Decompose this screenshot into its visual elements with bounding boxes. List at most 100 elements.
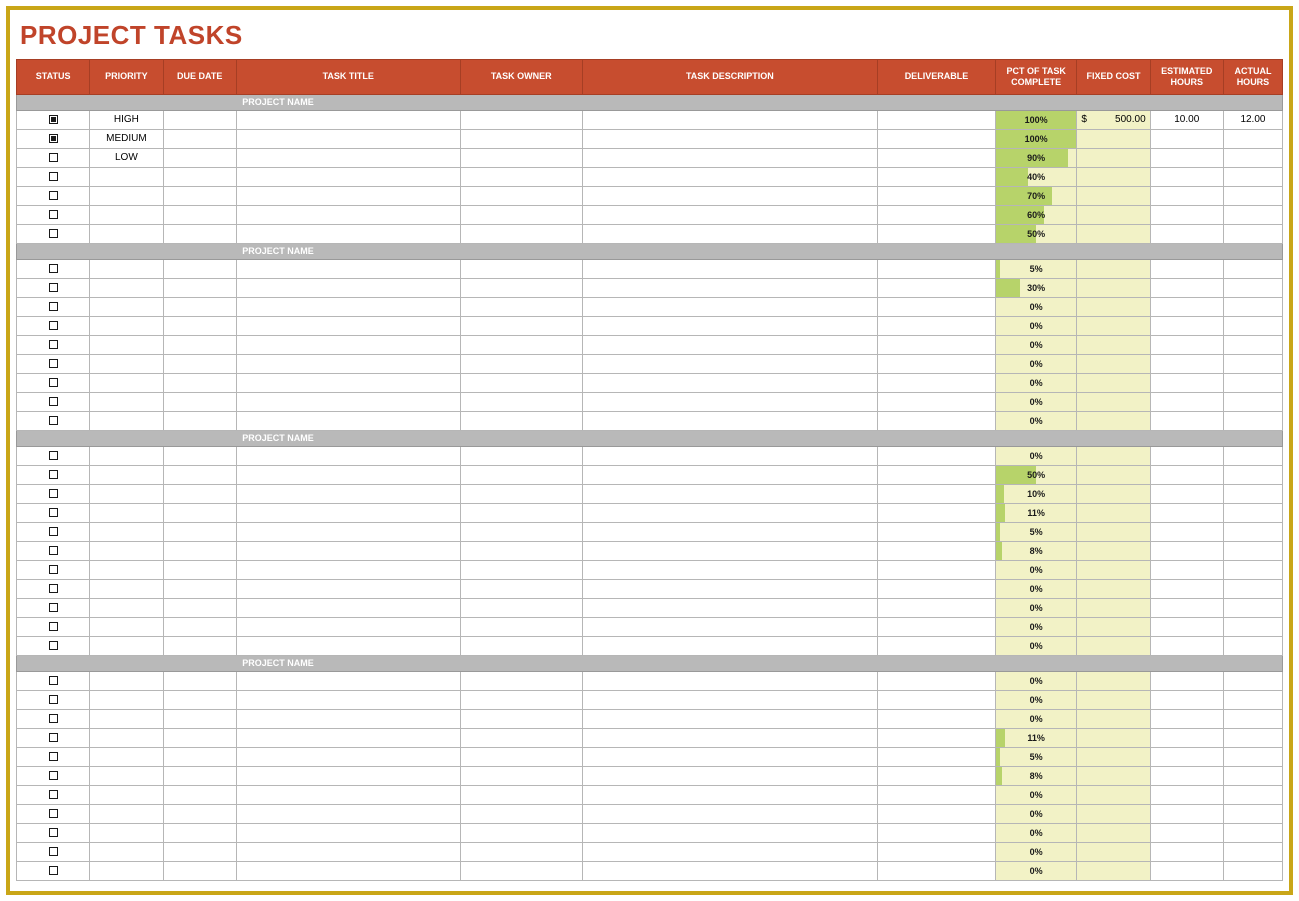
est-hours-cell[interactable] [1150,636,1223,655]
fixed-cost-cell[interactable] [1077,316,1150,335]
pct-complete-cell[interactable]: 0% [995,709,1076,728]
pct-complete-cell[interactable]: 0% [995,373,1076,392]
col-priority[interactable]: PRIORITY [90,60,163,95]
task-desc-cell[interactable] [582,823,877,842]
act-hours-cell[interactable] [1223,503,1282,522]
task-desc-cell[interactable] [582,617,877,636]
task-desc-cell[interactable] [582,690,877,709]
fixed-cost-cell[interactable] [1077,636,1150,655]
status-cell[interactable] [17,842,90,861]
task-title-cell[interactable] [236,671,460,690]
status-checkbox[interactable] [49,340,58,349]
act-hours-cell[interactable] [1223,636,1282,655]
deliverable-cell[interactable] [877,560,995,579]
act-hours-cell[interactable] [1223,766,1282,785]
priority-cell[interactable] [90,861,163,880]
due-date-cell[interactable] [163,316,236,335]
fixed-cost-cell[interactable] [1077,823,1150,842]
fixed-cost-cell[interactable] [1077,560,1150,579]
deliverable-cell[interactable] [877,186,995,205]
task-desc-cell[interactable] [582,129,877,148]
priority-cell[interactable] [90,766,163,785]
task-title-cell[interactable] [236,861,460,880]
act-hours-cell[interactable] [1223,148,1282,167]
fixed-cost-cell[interactable] [1077,259,1150,278]
due-date-cell[interactable] [163,747,236,766]
status-cell[interactable] [17,167,90,186]
est-hours-cell[interactable] [1150,842,1223,861]
act-hours-cell[interactable] [1223,861,1282,880]
act-hours-cell[interactable] [1223,411,1282,430]
est-hours-cell[interactable] [1150,804,1223,823]
pct-complete-cell[interactable]: 0% [995,316,1076,335]
task-desc-cell[interactable] [582,465,877,484]
act-hours-cell[interactable] [1223,522,1282,541]
status-cell[interactable] [17,766,90,785]
task-title-cell[interactable] [236,842,460,861]
priority-cell[interactable] [90,259,163,278]
est-hours-cell[interactable] [1150,354,1223,373]
est-hours-cell[interactable]: 10.00 [1150,110,1223,129]
status-checkbox[interactable] [49,508,58,517]
due-date-cell[interactable] [163,861,236,880]
priority-cell[interactable] [90,205,163,224]
task-desc-cell[interactable] [582,560,877,579]
status-cell[interactable] [17,579,90,598]
task-desc-cell[interactable] [582,671,877,690]
act-hours-cell[interactable] [1223,804,1282,823]
fixed-cost-cell[interactable] [1077,842,1150,861]
deliverable-cell[interactable] [877,804,995,823]
col-task-title[interactable]: TASK TITLE [236,60,460,95]
est-hours-cell[interactable] [1150,392,1223,411]
status-checkbox[interactable] [49,527,58,536]
col-task-owner[interactable]: TASK OWNER [460,60,582,95]
task-title-cell[interactable] [236,785,460,804]
priority-cell[interactable] [90,503,163,522]
est-hours-cell[interactable] [1150,690,1223,709]
task-desc-cell[interactable] [582,354,877,373]
task-desc-cell[interactable] [582,503,877,522]
task-desc-cell[interactable] [582,259,877,278]
due-date-cell[interactable] [163,728,236,747]
status-checkbox[interactable] [49,451,58,460]
task-owner-cell[interactable] [460,167,582,186]
task-owner-cell[interactable] [460,522,582,541]
deliverable-cell[interactable] [877,579,995,598]
task-desc-cell[interactable] [582,636,877,655]
task-desc-cell[interactable] [582,804,877,823]
status-checkbox[interactable] [49,546,58,555]
est-hours-cell[interactable] [1150,560,1223,579]
priority-cell[interactable] [90,278,163,297]
status-checkbox[interactable] [49,676,58,685]
task-title-cell[interactable] [236,465,460,484]
est-hours-cell[interactable] [1150,766,1223,785]
task-owner-cell[interactable] [460,224,582,243]
priority-cell[interactable] [90,560,163,579]
task-owner-cell[interactable] [460,129,582,148]
task-desc-cell[interactable] [582,842,877,861]
est-hours-cell[interactable] [1150,186,1223,205]
act-hours-cell[interactable] [1223,259,1282,278]
est-hours-cell[interactable] [1150,503,1223,522]
pct-complete-cell[interactable]: 8% [995,766,1076,785]
deliverable-cell[interactable] [877,224,995,243]
section-label[interactable]: PROJECT NAME [236,430,1282,446]
deliverable-cell[interactable] [877,259,995,278]
act-hours-cell[interactable] [1223,842,1282,861]
act-hours-cell[interactable] [1223,671,1282,690]
task-owner-cell[interactable] [460,728,582,747]
task-owner-cell[interactable] [460,804,582,823]
pct-complete-cell[interactable]: 0% [995,354,1076,373]
est-hours-cell[interactable] [1150,167,1223,186]
fixed-cost-cell[interactable] [1077,690,1150,709]
est-hours-cell[interactable] [1150,446,1223,465]
deliverable-cell[interactable] [877,709,995,728]
est-hours-cell[interactable] [1150,373,1223,392]
due-date-cell[interactable] [163,110,236,129]
section-lead[interactable] [17,655,237,671]
deliverable-cell[interactable] [877,823,995,842]
due-date-cell[interactable] [163,465,236,484]
est-hours-cell[interactable] [1150,259,1223,278]
task-desc-cell[interactable] [582,484,877,503]
pct-complete-cell[interactable]: 0% [995,446,1076,465]
